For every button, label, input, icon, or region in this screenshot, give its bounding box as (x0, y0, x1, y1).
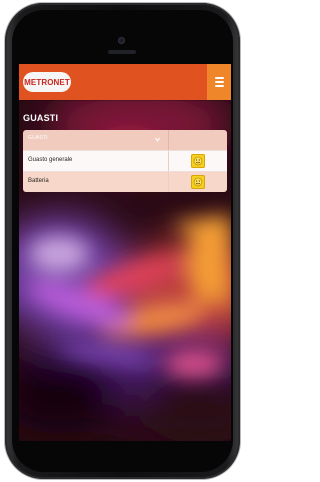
faults-table: GUASTI Guasto generale Batteria (23, 130, 227, 192)
metronet-logo[interactable]: METRONET (23, 72, 71, 92)
hamburger-icon-line (214, 81, 224, 83)
speaker-grille (108, 50, 136, 54)
table-row-label: Guasto generale (28, 157, 73, 163)
table-header: GUASTI (23, 130, 227, 150)
hamburger-icon (214, 77, 224, 79)
table-row-label-cell: Guasto generale (23, 151, 170, 171)
hamburger-icon-line (214, 85, 224, 87)
menu-button[interactable] (207, 64, 231, 100)
table-row-label-cell: Batteria (23, 172, 170, 192)
page-title: GUASTI (23, 113, 59, 123)
warning-face-icon[interactable] (191, 175, 206, 189)
table-header-status-cell (169, 130, 227, 150)
table-row-status-cell (169, 172, 227, 192)
table-row[interactable]: Batteria (23, 171, 227, 192)
chevron-down-icon (155, 137, 161, 142)
filter-select[interactable]: GUASTI (23, 130, 170, 150)
filter-select-label: GUASTI (28, 135, 48, 141)
app-screen: METRONET GUASTI GUASTI Guasto generale B… (19, 64, 231, 441)
camera-icon (118, 37, 125, 44)
table-row-status-cell (169, 151, 227, 171)
table-row[interactable]: Guasto generale (23, 150, 227, 171)
app-header: METRONET (19, 64, 231, 100)
warning-face-icon[interactable] (191, 154, 206, 168)
logo-text: METRONET (24, 77, 70, 87)
table-row-label: Batteria (28, 178, 49, 184)
